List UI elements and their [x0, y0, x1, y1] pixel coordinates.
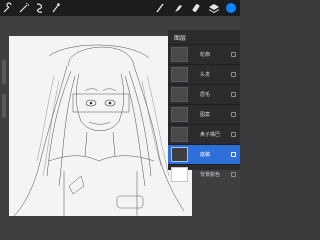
layer-row-active[interactable]: 底稿: [168, 144, 240, 164]
layer-name: 图案: [200, 112, 211, 118]
layer-visibility-checkbox[interactable]: [231, 112, 236, 117]
layer-thumbnail: [171, 127, 188, 142]
layer-visibility-checkbox[interactable]: [231, 132, 236, 137]
sidebar-sliders: [0, 60, 8, 130]
layer-name: 底稿: [200, 152, 211, 158]
layer-thumbnail: [171, 47, 188, 62]
portrait-sketch: [13, 44, 185, 216]
layer-visibility-checkbox[interactable]: [231, 172, 236, 177]
layer-visibility-checkbox[interactable]: [231, 72, 236, 77]
transform-icon[interactable]: [50, 2, 62, 14]
layer-name: 鼻子嘴巴: [200, 132, 221, 138]
layer-visibility-checkbox[interactable]: [231, 52, 236, 57]
layers-panel: 图层 轮廓 头发 眉毛 图案 鼻子嘴巴 底稿 背景颜色: [168, 30, 240, 182]
layer-thumbnail: [171, 67, 188, 82]
selection-icon[interactable]: [34, 2, 46, 14]
eraser-icon[interactable]: [190, 2, 202, 14]
layer-row[interactable]: 头发: [168, 64, 240, 84]
layers-header: 图层: [168, 30, 240, 44]
layer-row[interactable]: 图案: [168, 104, 240, 124]
smudge-icon[interactable]: [172, 2, 184, 14]
layer-row-background[interactable]: 背景颜色: [168, 164, 240, 184]
layer-name: 背景颜色: [200, 172, 221, 178]
layer-visibility-checkbox[interactable]: [231, 92, 236, 97]
layer-thumbnail: [171, 87, 188, 102]
toolbar-left-group: [2, 2, 62, 14]
layers-icon[interactable]: [208, 2, 220, 14]
wrench-icon[interactable]: [2, 2, 14, 14]
layer-thumbnail: [171, 107, 188, 122]
brush-size-slider[interactable]: [2, 60, 6, 84]
layer-thumbnail: [171, 147, 188, 162]
top-toolbar: [0, 0, 240, 16]
layer-row[interactable]: 眉毛: [168, 84, 240, 104]
layer-name: 轮廓: [200, 52, 211, 58]
color-swatch[interactable]: [226, 3, 236, 13]
opacity-slider[interactable]: [2, 94, 6, 118]
layers-title: 图层: [174, 34, 187, 42]
layer-row[interactable]: 鼻子嘴巴: [168, 124, 240, 144]
layer-row[interactable]: 轮廓: [168, 44, 240, 64]
magic-wand-icon[interactable]: [18, 2, 30, 14]
layer-visibility-checkbox[interactable]: [231, 152, 236, 157]
layer-thumbnail: [171, 167, 188, 182]
brush-icon[interactable]: [154, 2, 166, 14]
layer-name: 眉毛: [200, 92, 211, 98]
layer-name: 头发: [200, 72, 211, 78]
drawing-canvas[interactable]: [9, 36, 192, 216]
toolbar-right-group: [154, 2, 236, 14]
